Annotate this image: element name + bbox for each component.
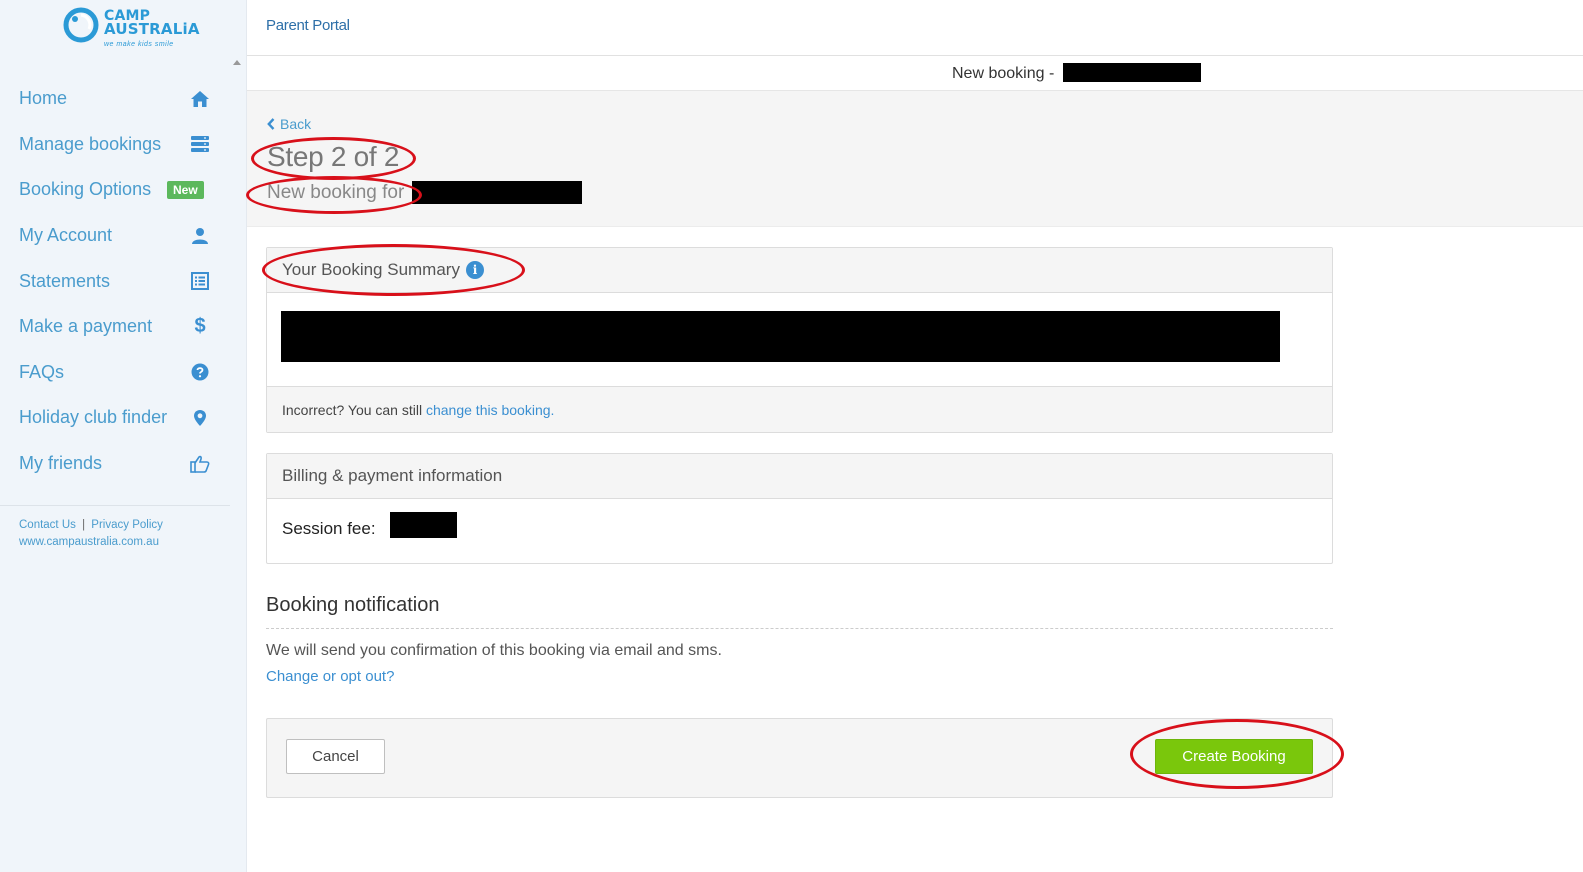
list-icon [190, 134, 210, 154]
change-booking-link[interactable]: change this booking. [426, 402, 554, 418]
notification-text: We will send you confirmation of this bo… [266, 642, 722, 659]
app-root: CAMP AUSTRALiA we make kids smile Home M… [0, 0, 1583, 872]
website-link[interactable]: www.campaustralia.com.au [19, 534, 163, 551]
sidebar-footer: Contact Us | Privacy Policy www.campaust… [19, 517, 163, 551]
panel-header: Your Booking Summary i [267, 248, 1332, 293]
sidebar-item-label: Make a payment [19, 316, 153, 337]
panel-title: Billing & payment information [282, 466, 503, 485]
new-booking-for-label: New booking for [267, 181, 405, 203]
info-icon[interactable]: i [465, 261, 484, 279]
redacted-block [412, 181, 583, 204]
change-opt-out-link[interactable]: Change or opt out? [266, 668, 394, 685]
new-booking-for: New booking for [267, 181, 583, 204]
logo-line2: AUSTRALiA [104, 20, 200, 38]
statement-icon [190, 271, 210, 291]
back-link[interactable]: Back [267, 116, 311, 132]
sidebar-item-faqs[interactable]: FAQs [0, 350, 230, 396]
step-indicator: Step 2 of 2 [267, 141, 400, 172]
sidebar: CAMP AUSTRALiA we make kids smile Home M… [0, 0, 247, 872]
map-pin-icon [190, 408, 210, 428]
sidebar-item-holiday-club-finder[interactable]: Holiday club finder [0, 395, 230, 441]
step-header: Back Step 2 of 2 New booking for [247, 91, 1583, 227]
redacted-block [390, 512, 457, 538]
notification-divider [266, 628, 1333, 629]
sidebar-item-label: My Account [19, 225, 113, 246]
subheader-prefix: New booking - [952, 65, 1055, 82]
panel-footer: Incorrect? You can still change this boo… [267, 386, 1332, 432]
page-title[interactable]: Parent Portal [266, 17, 350, 34]
sidebar-item-statements[interactable]: Statements [0, 258, 230, 304]
sidebar-item-home[interactable]: Home [0, 76, 230, 122]
incorrect-text: Incorrect? You can still [282, 401, 423, 418]
privacy-policy-link[interactable]: Privacy Policy [91, 519, 163, 531]
session-fee-label: Session fee: [282, 519, 376, 538]
new-badge: New [167, 180, 204, 199]
logo-mark-icon [63, 7, 99, 43]
sidebar-item-label: FAQs [19, 361, 65, 382]
panel-body: Session fee: [267, 499, 1332, 563]
top-header: Parent Portal [247, 0, 1583, 56]
booking-summary-panel: Your Booking Summary i Incorrect? You ca… [266, 247, 1333, 433]
panel-body [267, 293, 1332, 386]
notification-heading: Booking notification [266, 594, 440, 616]
panel-header: Billing & payment information [267, 454, 1332, 499]
contact-us-link[interactable]: Contact Us [19, 519, 76, 531]
sidebar-item-label: Holiday club finder [19, 407, 168, 428]
panel-title: Your Booking Summary [282, 260, 460, 279]
sidebar-item-label: My friends [19, 453, 103, 474]
sidebar-nav: Home Manage bookings Booking Options New… [0, 76, 230, 486]
question-icon [190, 362, 210, 382]
redacted-block [281, 311, 1280, 362]
cancel-button[interactable]: Cancel [286, 739, 385, 774]
create-booking-button[interactable]: Create Booking [1155, 739, 1313, 774]
sidebar-item-label: Home [19, 88, 68, 109]
sidebar-scroll-up-icon[interactable] [233, 60, 241, 65]
billing-panel: Billing & payment information Session fe… [266, 453, 1333, 564]
sidebar-item-manage-bookings[interactable]: Manage bookings [0, 122, 230, 168]
thumbs-up-icon [190, 454, 210, 474]
dollar-icon: $ [194, 315, 206, 338]
logo-text: CAMP AUSTRALiA [104, 9, 200, 38]
sidebar-item-label: Manage bookings [19, 133, 162, 154]
camp-australia-logo[interactable]: CAMP AUSTRALiA we make kids smile [62, 6, 199, 52]
user-icon [190, 226, 210, 246]
footer-separator: | [82, 519, 86, 531]
sidebar-divider [0, 505, 230, 506]
logo-tagline: we make kids smile [104, 41, 174, 48]
sidebar-item-my-friends[interactable]: My friends [0, 441, 230, 487]
sidebar-item-label: Statements [19, 270, 111, 291]
sidebar-item-booking-options[interactable]: Booking Options New [0, 167, 230, 213]
chevron-left-icon [267, 118, 275, 130]
form-actions: Cancel Create Booking [266, 718, 1333, 798]
sidebar-item-label: Booking Options [19, 179, 152, 200]
sidebar-item-make-a-payment[interactable]: Make a payment $ [0, 304, 230, 350]
home-icon [190, 89, 210, 109]
redacted-block [1062, 63, 1201, 82]
sidebar-item-my-account[interactable]: My Account [0, 213, 230, 259]
subheader-text: New booking - [952, 63, 1201, 83]
booking-subheader: New booking - [247, 56, 1583, 91]
back-label: Back [280, 116, 312, 132]
